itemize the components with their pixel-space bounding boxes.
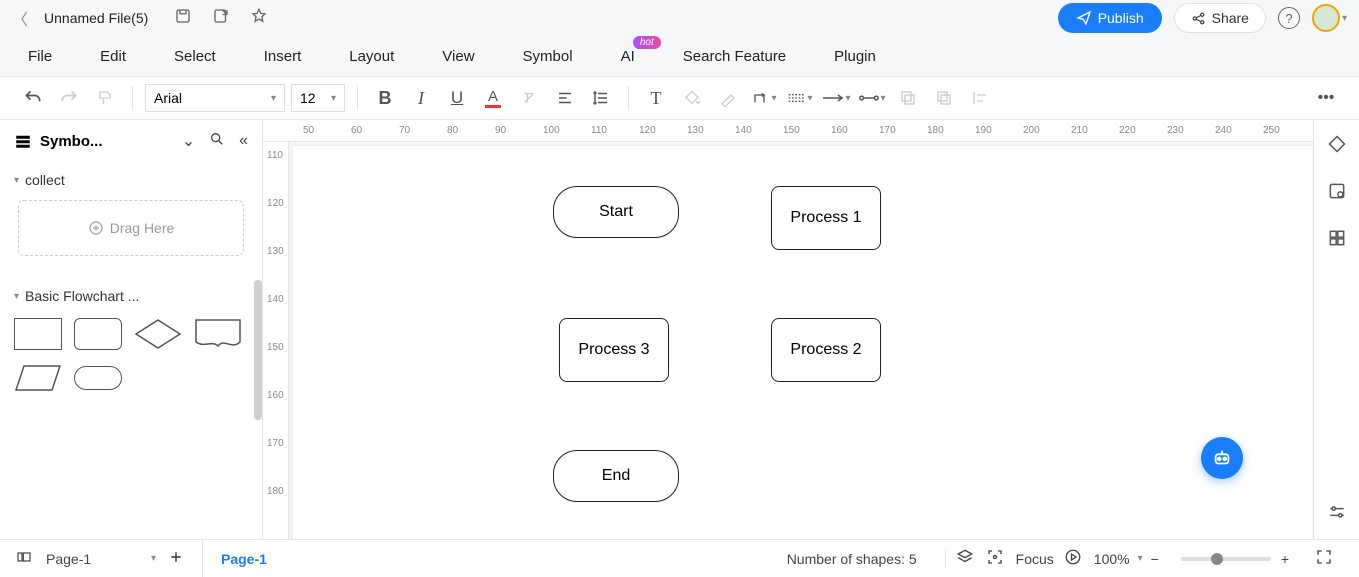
font-size-value: 12 (300, 90, 316, 106)
zoom-slider[interactable] (1181, 557, 1271, 561)
library-icon (14, 132, 32, 150)
vertical-ruler: 110120130140150160170180 (263, 142, 289, 539)
zoom-value[interactable]: 100% (1094, 551, 1130, 567)
node-process-3[interactable]: Process 3 (559, 318, 669, 382)
shape-rectangle[interactable] (14, 318, 62, 350)
shape-count: Number of shapes: 5 (787, 551, 917, 567)
undo-button[interactable] (18, 83, 48, 113)
drag-here-zone[interactable]: Drag Here (18, 200, 244, 256)
help-icon[interactable]: ? (1278, 7, 1300, 29)
menu-insert[interactable]: Insert (264, 48, 302, 65)
drag-here-label: Drag Here (110, 220, 175, 236)
collapse-icon[interactable]: « (239, 132, 248, 150)
arrow-button[interactable]: ▾ (821, 83, 851, 113)
focus-icon[interactable] (986, 548, 1004, 569)
menu-plugin[interactable]: Plugin (834, 48, 876, 65)
avatar[interactable] (1312, 4, 1340, 32)
format-painter-button[interactable] (90, 83, 120, 113)
font-color-button[interactable]: A (478, 83, 508, 113)
font-value: Arial (154, 90, 182, 106)
star-icon[interactable] (250, 7, 268, 30)
present-icon[interactable] (1064, 548, 1082, 569)
menu-edit[interactable]: Edit (100, 48, 126, 65)
font-size-select[interactable]: 12▾ (291, 84, 345, 112)
fill-button[interactable] (677, 83, 707, 113)
page-select[interactable]: Page-1▾ (46, 551, 156, 567)
menu-layout[interactable]: Layout (349, 48, 394, 65)
menu-search-feature[interactable]: Search Feature (683, 48, 786, 65)
node-start[interactable]: Start (553, 186, 679, 238)
assistant-button[interactable] (1201, 437, 1243, 479)
canvas[interactable]: Start Process 1 Process 3 Process 2 End (293, 146, 1313, 539)
zoom-out-button[interactable]: − (1151, 551, 1159, 567)
redo-button[interactable] (54, 83, 84, 113)
publish-label: Publish (1098, 10, 1144, 26)
expand-icon[interactable]: ⌄ (182, 131, 195, 151)
share-label: Share (1212, 10, 1249, 26)
page-tab[interactable]: Page-1 (202, 540, 285, 577)
send-icon (1076, 10, 1092, 26)
add-page-button[interactable] (168, 549, 184, 568)
underline-button[interactable]: U (442, 83, 472, 113)
zoom-caret-icon[interactable]: ▾ (1138, 553, 1143, 564)
fullscreen-icon[interactable] (1315, 548, 1333, 569)
node-process-1[interactable]: Process 1 (771, 186, 881, 250)
menu-file[interactable]: File (28, 48, 52, 65)
horizontal-ruler: 5060708090100110120130140150160170180190… (263, 120, 1313, 142)
panel-title: Symbo... (40, 133, 168, 150)
panel-scrollbar[interactable] (254, 280, 262, 420)
line-spacing-button[interactable] (586, 83, 616, 113)
node-process-2[interactable]: Process 2 (771, 318, 881, 382)
section-basic-flowchart[interactable]: ▾Basic Flowchart ... (14, 288, 248, 304)
text-button[interactable]: T (641, 83, 671, 113)
zoom-in-button[interactable]: + (1281, 551, 1289, 567)
shape-document[interactable] (194, 318, 242, 350)
line-ends-button[interactable]: ▾ (857, 83, 887, 113)
avatar-caret-icon[interactable]: ▾ (1342, 13, 1347, 24)
robot-icon (1211, 447, 1233, 469)
page-select-value: Page-1 (46, 551, 91, 567)
publish-button[interactable]: Publish (1058, 3, 1162, 33)
shape-terminator[interactable] (74, 366, 122, 390)
line-style-button[interactable]: ▾ (785, 83, 815, 113)
menu-ai[interactable]: AIhot (621, 48, 635, 65)
send-back-button[interactable] (893, 83, 923, 113)
share-icon (1191, 11, 1206, 26)
grid-icon[interactable] (1327, 228, 1347, 253)
save-icon[interactable] (174, 7, 192, 30)
align-objects-button[interactable] (965, 83, 995, 113)
clear-format-button[interactable] (514, 83, 544, 113)
node-end[interactable]: End (553, 450, 679, 502)
search-icon[interactable] (209, 131, 225, 152)
theme-icon[interactable] (1327, 134, 1347, 159)
connector-button[interactable]: ▾ (749, 83, 779, 113)
shape-rounded-rect[interactable] (74, 318, 122, 350)
settings-icon[interactable] (1327, 502, 1347, 527)
more-button[interactable]: ••• (1311, 83, 1341, 113)
hot-badge: hot (633, 36, 661, 49)
properties-icon[interactable] (1327, 181, 1347, 206)
shape-parallelogram[interactable] (14, 362, 62, 394)
export-icon[interactable] (212, 7, 230, 30)
plus-icon (88, 220, 104, 236)
menu-select[interactable]: Select (174, 48, 216, 65)
outline-icon[interactable] (14, 549, 34, 568)
file-name[interactable]: Unnamed File(5) (44, 10, 148, 26)
back-icon[interactable]: 〈 (12, 6, 28, 30)
bold-button[interactable]: B (370, 83, 400, 113)
layers-icon[interactable] (956, 548, 974, 569)
bring-front-button[interactable] (929, 83, 959, 113)
section-collect[interactable]: ▾collect (14, 172, 248, 188)
italic-button[interactable]: I (406, 83, 436, 113)
align-button[interactable] (550, 83, 580, 113)
focus-label[interactable]: Focus (1016, 551, 1054, 567)
share-button[interactable]: Share (1174, 3, 1266, 33)
line-color-button[interactable] (713, 83, 743, 113)
shape-diamond[interactable] (134, 318, 182, 350)
menu-view[interactable]: View (442, 48, 474, 65)
font-select[interactable]: Arial▾ (145, 84, 285, 112)
menu-symbol[interactable]: Symbol (523, 48, 573, 65)
